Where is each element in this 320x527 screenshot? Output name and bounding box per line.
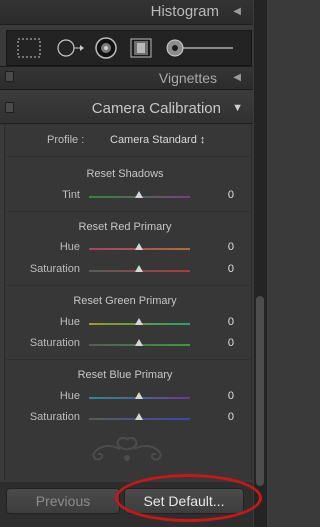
profile-label: Profile : bbox=[47, 134, 85, 146]
red-saturation-value[interactable]: 0 bbox=[224, 263, 234, 275]
tint-value[interactable]: 0 bbox=[224, 189, 234, 201]
red-hue-label: Hue bbox=[59, 241, 80, 253]
divider bbox=[6, 359, 250, 360]
tint-label: Tint bbox=[62, 189, 80, 201]
green-saturation-slider-thumb[interactable] bbox=[135, 339, 143, 346]
camera-calibration-title: Camera Calibration bbox=[91, 100, 221, 117]
panel-switch-icon[interactable] bbox=[5, 71, 14, 82]
spot-removal-icon[interactable] bbox=[57, 39, 84, 57]
red-hue-value[interactable]: 0 bbox=[224, 241, 234, 253]
develop-tool-strip bbox=[6, 30, 252, 66]
profile-dropdown[interactable]: Camera Standard ↕ bbox=[110, 134, 205, 146]
green-saturation-value[interactable]: 0 bbox=[224, 337, 234, 349]
tint-slider-thumb[interactable] bbox=[135, 191, 143, 198]
camera-calibration-panel-header[interactable]: Camera Calibration ▼ bbox=[0, 93, 253, 124]
divider bbox=[6, 211, 250, 212]
blue-hue-slider-thumb[interactable] bbox=[135, 392, 143, 399]
red-eye-icon[interactable] bbox=[95, 37, 117, 59]
reset-red-primary-button[interactable]: Reset Red Primary bbox=[0, 221, 250, 233]
scrollbar-thumb[interactable] bbox=[256, 296, 264, 486]
green-hue-slider-thumb[interactable] bbox=[135, 318, 143, 325]
panel-end-ornament-icon bbox=[92, 437, 162, 461]
blue-saturation-slider-thumb[interactable] bbox=[135, 413, 143, 420]
green-saturation-label: Saturation bbox=[29, 337, 80, 349]
vignettes-title: Vignettes bbox=[158, 70, 217, 86]
red-saturation-label: Saturation bbox=[29, 263, 80, 275]
vignettes-panel-header[interactable]: Vignettes ◀ bbox=[0, 66, 253, 90]
blue-saturation-value[interactable]: 0 bbox=[224, 411, 234, 423]
reset-green-primary-button[interactable]: Reset Green Primary bbox=[0, 295, 250, 307]
histogram-panel-header[interactable]: Histogram ◀ bbox=[0, 0, 253, 25]
crop-overlay-icon[interactable] bbox=[17, 38, 41, 58]
histogram-title: Histogram bbox=[150, 3, 219, 20]
blue-hue-value[interactable]: 0 bbox=[224, 390, 234, 402]
blue-saturation-label: Saturation bbox=[29, 411, 80, 423]
previous-button[interactable]: Previous bbox=[6, 488, 120, 514]
panel-switch-icon[interactable] bbox=[5, 102, 14, 113]
expand-triangle-down-icon[interactable]: ▼ bbox=[232, 102, 243, 114]
divider bbox=[6, 285, 250, 286]
red-saturation-slider-thumb[interactable] bbox=[135, 265, 143, 272]
blue-hue-label: Hue bbox=[59, 390, 80, 402]
highlight-ring-annotation bbox=[115, 474, 262, 522]
collapse-triangle-left-icon[interactable]: ◀ bbox=[233, 72, 241, 83]
adjustment-brush-icon[interactable] bbox=[166, 39, 233, 57]
green-hue-value[interactable]: 0 bbox=[224, 316, 234, 328]
reset-blue-primary-button[interactable]: Reset Blue Primary bbox=[0, 369, 250, 381]
tool-strip-icons bbox=[17, 37, 233, 59]
graduated-filter-icon[interactable] bbox=[130, 38, 152, 58]
green-hue-label: Hue bbox=[59, 316, 80, 328]
reset-shadows-button[interactable]: Reset Shadows bbox=[0, 168, 250, 180]
red-hue-slider-thumb[interactable] bbox=[135, 243, 143, 250]
collapse-triangle-left-icon[interactable]: ◀ bbox=[233, 6, 241, 17]
divider bbox=[6, 156, 250, 157]
